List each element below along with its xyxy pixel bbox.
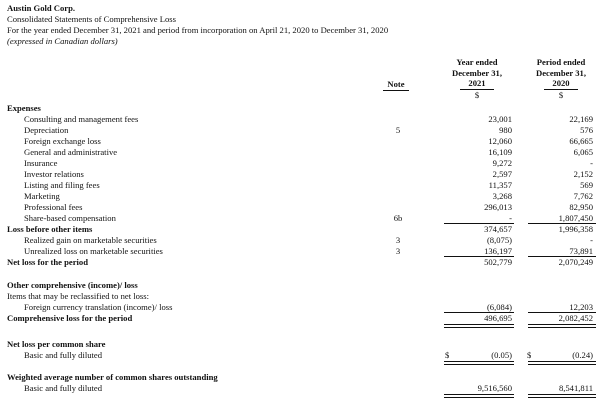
row-value-2020: 569 <box>580 180 593 190</box>
row-label: General and administrative <box>24 147 118 157</box>
row-label: Net loss for the period <box>7 257 88 267</box>
note-column-header: Note <box>383 79 409 91</box>
row-label: Comprehensive loss for the period <box>7 313 133 323</box>
col2-header-line1: Period ended <box>536 57 586 67</box>
row-label: Net loss per common share <box>7 339 106 349</box>
row-value-2021: 296,013 <box>484 202 512 212</box>
row-value-2020: 12,203 <box>569 302 593 312</box>
row-value-2020: 2,070,249 <box>558 257 593 267</box>
row-value-2021: 23,001 <box>488 114 512 124</box>
row-label: Expenses <box>7 103 41 113</box>
subtotal-rule-2020 <box>528 312 596 313</box>
row-label: Insurance <box>24 158 58 168</box>
row-value-2020: 7,762 <box>573 191 593 201</box>
subtotal-rule-2021 <box>444 312 514 313</box>
col1-currency: $ <box>474 89 480 100</box>
row-value-2020: 1,996,358 <box>558 224 593 234</box>
row-value-2021: 16,109 <box>488 147 512 157</box>
row-label: Weighted average number of common shares… <box>7 372 218 382</box>
col1-header-year: 2021 <box>460 78 494 90</box>
row-value-2020: 576 <box>580 125 593 135</box>
row-value-2020: 2,152 <box>573 169 593 179</box>
row-value-2021: (0.05) <box>491 350 512 360</box>
row-value-2021: 374,657 <box>484 224 512 234</box>
row-value-2020: 6,065 <box>573 147 593 157</box>
subtotal-rule-2020 <box>528 223 596 224</box>
row-label: Consulting and management fees <box>24 114 139 124</box>
statement-period: For the year ended December 31, 2021 and… <box>7 25 389 35</box>
row-value-2021: 9,272 <box>492 158 512 168</box>
row-value-2021: 2,597 <box>492 169 512 179</box>
subtotal-rule-2020 <box>528 256 596 257</box>
row-label: Investor relations <box>24 169 84 179</box>
row-value-2021: 3,268 <box>492 191 512 201</box>
row-label: Marketing <box>24 191 60 201</box>
col2-header: Period ended December 31, 2020 $ <box>526 57 596 100</box>
row-label: Realized gain on marketable securities <box>24 235 157 245</box>
row-value-2021: 136,197 <box>484 246 512 256</box>
row-label: Other comprehensive (income)/ loss <box>7 280 138 290</box>
row-label: Loss before other items <box>7 224 93 234</box>
row-label: Unrealized loss on marketable securities <box>24 246 163 256</box>
total-double-rule-2021 <box>444 324 514 328</box>
col1-header-line1: Year ended <box>456 57 498 67</box>
total-double-rule-2020 <box>528 394 596 398</box>
row-label: Items that may be reclassified to net lo… <box>7 291 149 301</box>
row-label: Basic and fully diluted <box>24 350 103 360</box>
col2-header-line2: December 31, <box>536 67 586 78</box>
row-value-2020: 66,665 <box>569 136 593 146</box>
row-value-2021: - <box>509 213 512 223</box>
row-value-2021: (6,084) <box>486 302 512 312</box>
row-value-2020: 2,082,452 <box>558 313 593 323</box>
row-value-2020: - <box>590 158 593 168</box>
total-double-rule-2021 <box>444 394 514 398</box>
row-value-2021: 502,779 <box>484 257 512 267</box>
col1-header: Year ended December 31, 2021 $ <box>440 57 514 100</box>
row-value-2021: 9,516,560 <box>477 383 512 393</box>
dollar-sign-2021: $ <box>445 350 450 360</box>
statement-title: Consolidated Statements of Comprehensive… <box>7 14 176 24</box>
row-label: Basic and fully diluted <box>24 383 103 393</box>
row-note: 5 <box>395 125 401 135</box>
total-double-rule-2020 <box>528 324 596 328</box>
row-value-2020: 1,807,450 <box>558 213 593 223</box>
row-value-2020: 73,891 <box>569 246 593 256</box>
total-double-rule-2021 <box>444 361 514 365</box>
subtotal-rule-2021 <box>444 256 514 257</box>
row-label: Foreign exchange loss <box>24 136 101 146</box>
row-note: 3 <box>395 246 401 256</box>
row-value-2021: 11,357 <box>488 180 512 190</box>
row-value-2020: - <box>590 235 593 245</box>
col1-header-line2: December 31, <box>452 67 502 78</box>
row-value-2020: (0.24) <box>572 350 593 360</box>
row-label: Foreign currency translation (income)/ l… <box>24 302 173 312</box>
total-double-rule-2020 <box>528 361 596 365</box>
row-note: 3 <box>395 235 401 245</box>
row-value-2021: 496,695 <box>484 313 512 323</box>
row-note: 6b <box>393 213 403 223</box>
row-value-2021: 12,060 <box>488 136 512 146</box>
row-value-2020: 82,950 <box>569 202 593 212</box>
col2-header-year: 2020 <box>544 78 578 90</box>
dollar-sign-2020: $ <box>527 350 532 360</box>
row-value-2021: (8,075) <box>486 235 512 245</box>
row-label: Professional fees <box>24 202 83 212</box>
row-value-2021: 980 <box>499 125 512 135</box>
row-value-2020: 22,169 <box>569 114 593 124</box>
row-value-2020: 8,541,811 <box>558 383 593 393</box>
subtotal-rule-2021 <box>444 223 514 224</box>
row-label: Share-based compensation <box>24 213 116 223</box>
company-name: Austin Gold Corp. <box>7 3 76 13</box>
row-label: Listing and filing fees <box>24 180 100 190</box>
row-label: Depreciation <box>24 125 69 135</box>
currency-note: (expressed in Canadian dollars) <box>7 36 118 46</box>
col2-currency: $ <box>558 89 564 100</box>
